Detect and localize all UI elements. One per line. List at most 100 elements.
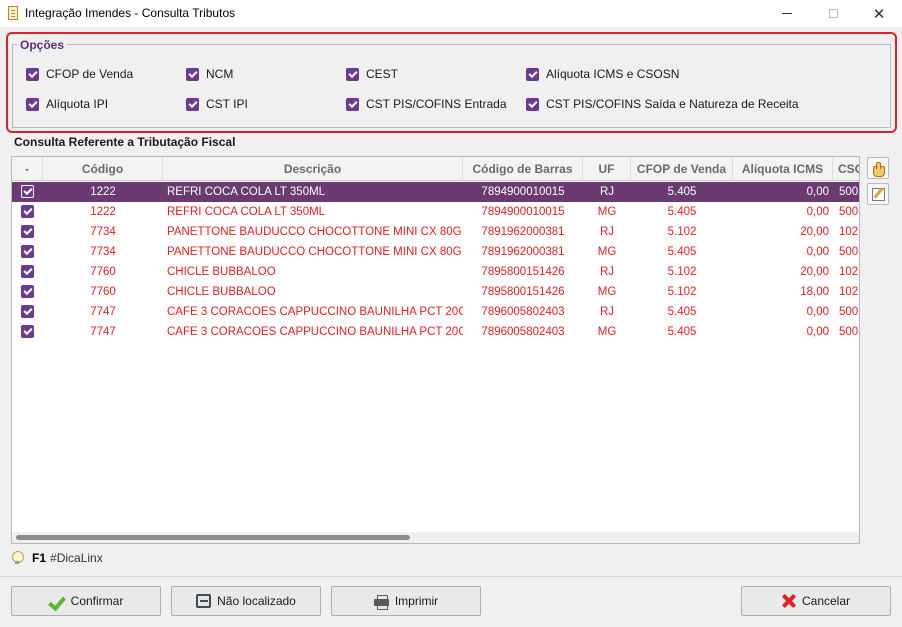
- table-row[interactable]: 7734 PANETTONE BAUDUCCO CHOCOTTONE MINI C…: [12, 222, 859, 242]
- horizontal-scrollbar[interactable]: [12, 532, 859, 543]
- option-cst-ipi[interactable]: CST IPI: [186, 96, 248, 112]
- column-header-codigo[interactable]: Código: [43, 157, 163, 181]
- cancelar-button[interactable]: Cancelar: [741, 586, 891, 616]
- cell-csosn: 102: [839, 266, 859, 278]
- checkbox-checked-icon[interactable]: [526, 97, 539, 111]
- option-cst-pis-cofins-entrada[interactable]: CST PIS/COFINS Entrada: [346, 96, 507, 112]
- cell-uf: MG: [597, 206, 617, 218]
- imprimir-label: Imprimir: [394, 594, 439, 608]
- checkbox-checked-icon[interactable]: [186, 97, 199, 111]
- cell-aliquota-icms: 0,00: [806, 246, 829, 258]
- option-label: CST PIS/COFINS Saída e Natureza de Recei…: [546, 97, 799, 111]
- tip-text[interactable]: #DicaLinx: [50, 551, 103, 565]
- column-header-uf[interactable]: UF: [583, 157, 631, 181]
- minimize-button[interactable]: [764, 0, 810, 27]
- row-checkbox-checked-icon[interactable]: [21, 225, 34, 238]
- table-row[interactable]: 7734 PANETTONE BAUDUCCO CHOCOTTONE MINI C…: [12, 242, 859, 262]
- edit-button[interactable]: [867, 183, 889, 205]
- checkbox-checked-icon[interactable]: [186, 67, 199, 81]
- table-row[interactable]: 1222 REFRI COCA COLA LT 350ML 789490001001…: [12, 202, 859, 222]
- column-header-descricao[interactable]: Descrição: [163, 157, 463, 181]
- option-label: CFOP de Venda: [46, 67, 134, 81]
- row-checkbox-checked-icon[interactable]: [21, 245, 34, 258]
- cell-csosn: 102: [839, 226, 859, 238]
- row-checkbox-checked-icon[interactable]: [21, 305, 34, 318]
- option-label: CST IPI: [206, 97, 248, 111]
- cell-codigo: 7734: [90, 226, 116, 238]
- cell-csosn: 500: [839, 206, 859, 218]
- cell-uf: RJ: [599, 226, 615, 238]
- cancelar-label: Cancelar: [801, 594, 851, 608]
- tip-bar: F1 #DicaLinx: [12, 550, 103, 566]
- checkbox-checked-icon[interactable]: [346, 97, 359, 111]
- option-label: Alíquota IPI: [46, 97, 109, 111]
- option-cst-pis-cofins-saida[interactable]: CST PIS/COFINS Saída e Natureza de Recei…: [526, 96, 799, 112]
- table-row[interactable]: 7760 CHICLE BUBBALOO 7895800151426 RJ 5.102 2…: [12, 262, 859, 282]
- nao-localizado-button[interactable]: Não localizado: [171, 586, 321, 616]
- cell-codigo-barras: 7895800151426: [481, 286, 565, 298]
- cell-codigo-barras: 7894900010015: [481, 206, 565, 218]
- cell-codigo: 7760: [90, 286, 116, 298]
- table-row[interactable]: 7747 CAFE 3 CORACOES CAPPUCCINO BAUNILHA …: [12, 302, 859, 322]
- cell-codigo: 1222: [90, 206, 116, 218]
- window-title: Integração Imendes - Consulta Tributos: [25, 6, 236, 20]
- opcoes-groupbox: [12, 44, 891, 128]
- close-button[interactable]: ✕: [856, 0, 902, 27]
- confirmar-button[interactable]: Confirmar: [11, 586, 161, 616]
- cell-aliquota-icms: 0,00: [806, 306, 829, 318]
- cell-csosn: 500: [839, 326, 859, 338]
- title-bar: Integração Imendes - Consulta Tributos ✕: [0, 0, 902, 27]
- checkbox-checked-icon[interactable]: [346, 67, 359, 81]
- row-checkbox-checked-icon[interactable]: [21, 185, 34, 198]
- cell-descricao: REFRI COCA COLA LT 350ML: [167, 186, 326, 198]
- cell-uf: MG: [597, 286, 617, 298]
- maximize-icon: [828, 9, 838, 18]
- option-cfop-venda[interactable]: CFOP de Venda: [26, 66, 133, 82]
- option-label: CEST: [366, 67, 399, 81]
- minimize-icon: [782, 13, 792, 14]
- cell-codigo-barras: 7891962000381: [481, 246, 565, 258]
- cell-csosn: 500: [839, 186, 859, 198]
- cell-descricao: PANETTONE BAUDUCCO CHOCOTTONE MINI CX 80…: [167, 226, 462, 238]
- cell-codigo: 7747: [90, 326, 116, 338]
- cell-uf: MG: [597, 246, 617, 258]
- row-checkbox-checked-icon[interactable]: [21, 265, 34, 278]
- column-header-select[interactable]: -: [12, 157, 43, 181]
- checkbox-checked-icon[interactable]: [26, 67, 39, 81]
- column-header-csosn[interactable]: CSOSN: [833, 157, 859, 181]
- option-ncm[interactable]: NCM: [186, 66, 233, 82]
- checkbox-checked-icon[interactable]: [526, 67, 539, 81]
- edit-pencil-icon: [871, 187, 885, 201]
- row-checkbox-checked-icon[interactable]: [21, 205, 34, 218]
- table-row[interactable]: 1222 REFRI COCA COLA LT 350ML 789490001001…: [12, 182, 859, 202]
- row-checkbox-checked-icon[interactable]: [21, 285, 34, 298]
- row-checkbox-checked-icon[interactable]: [21, 325, 34, 338]
- scanner-icon: [196, 594, 212, 608]
- maximize-button[interactable]: [810, 0, 856, 27]
- tributos-grid[interactable]: - Código Descrição Código de Barras UF C…: [11, 156, 860, 544]
- option-cest[interactable]: CEST: [346, 66, 398, 82]
- table-row[interactable]: 7760 CHICLE BUBBALOO 7895800151426 MG 5.102 1…: [12, 282, 859, 302]
- cell-descricao: CAFE 3 CORACOES CAPPUCCINO BAUNILHA PCT …: [167, 326, 463, 338]
- cell-cfop-venda: 5.102: [667, 266, 697, 278]
- cell-cfop-venda: 5.405: [667, 306, 697, 318]
- cell-csosn: 102: [839, 286, 859, 298]
- scrollbar-thumb[interactable]: [16, 535, 410, 540]
- checkbox-checked-icon[interactable]: [26, 97, 39, 111]
- option-aliquota-icms-csosn[interactable]: Alíquota ICMS e CSOSN: [526, 66, 679, 82]
- cell-codigo-barras: 7896005802403: [481, 326, 565, 338]
- option-aliquota-ipi[interactable]: Alíquota IPI: [26, 96, 108, 112]
- column-header-codigo-barras[interactable]: Código de Barras: [463, 157, 583, 181]
- column-header-aliquota-icms[interactable]: Alíquota ICMS: [733, 157, 833, 181]
- table-row[interactable]: 7747 CAFE 3 CORACOES CAPPUCCINO BAUNILHA …: [12, 322, 859, 342]
- column-header-cfop-venda[interactable]: CFOP de Venda: [631, 157, 733, 181]
- imprimir-button[interactable]: Imprimir: [331, 586, 481, 616]
- cell-aliquota-icms: 20,00: [800, 226, 829, 238]
- cell-csosn: 500: [839, 306, 859, 318]
- cell-aliquota-icms: 18,00: [800, 286, 829, 298]
- cancel-x-icon: [782, 594, 796, 608]
- cell-descricao: PANETTONE BAUDUCCO CHOCOTTONE MINI CX 80…: [167, 246, 462, 258]
- cell-cfop-venda: 5.405: [667, 246, 697, 258]
- cell-cfop-venda: 5.405: [667, 326, 697, 338]
- select-hand-button[interactable]: [867, 157, 889, 179]
